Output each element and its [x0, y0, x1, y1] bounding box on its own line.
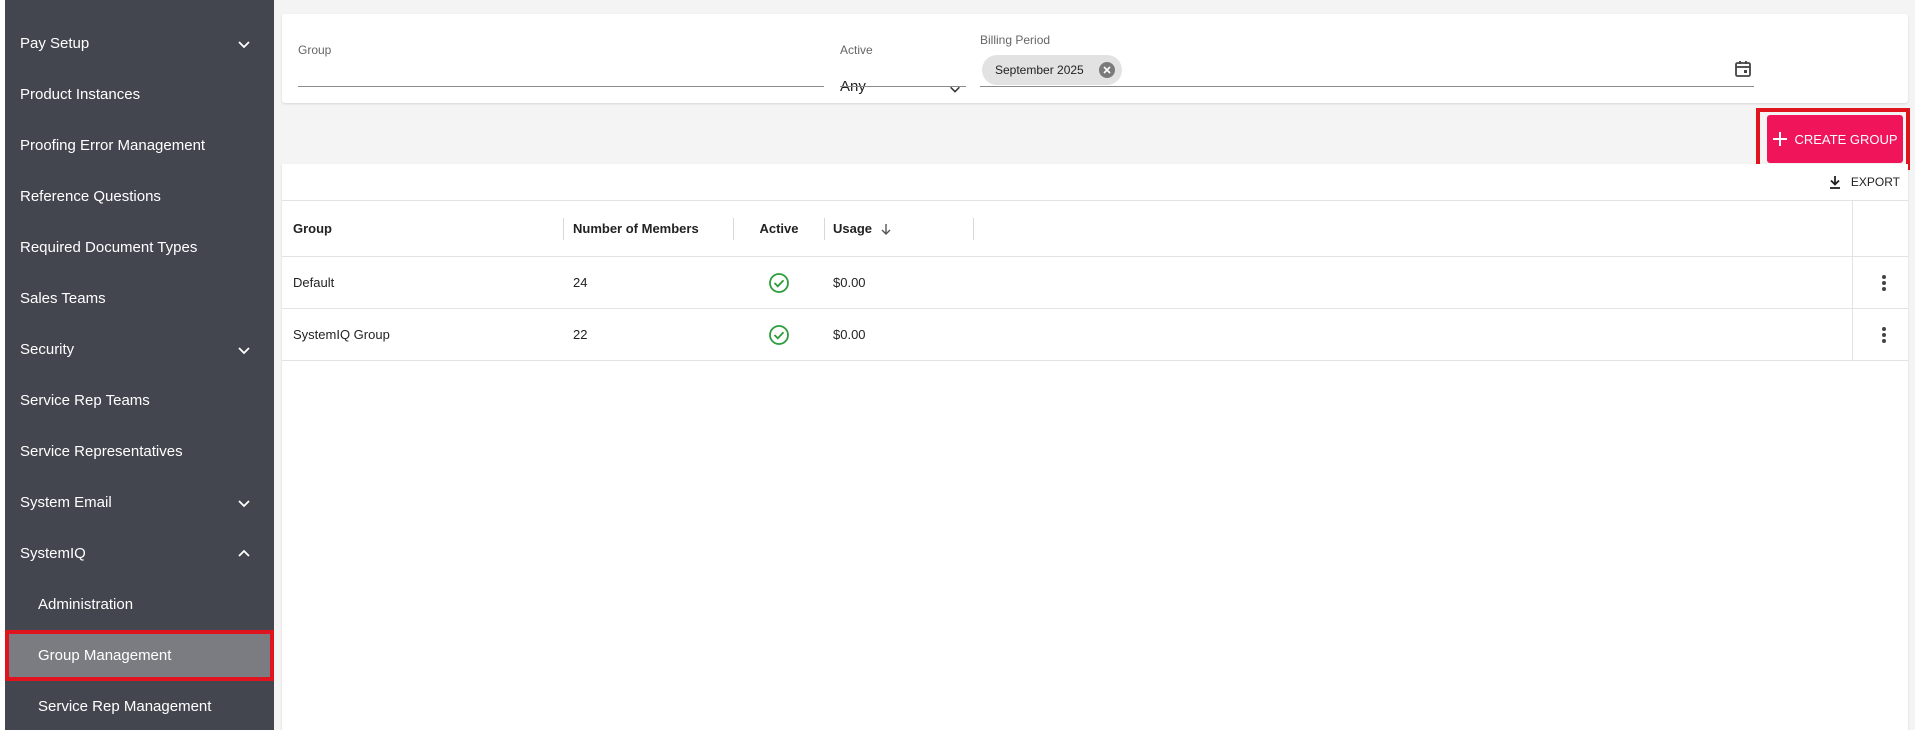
active-filter-select[interactable]: Any — [840, 60, 966, 102]
more-vertical-icon[interactable] — [1872, 323, 1896, 347]
column-separator — [973, 218, 974, 240]
more-vertical-icon[interactable] — [1872, 271, 1896, 295]
groups-table: EXPORT Group Number of Members Active Us… — [282, 164, 1908, 730]
sidebar-item-system-email[interactable]: System Email — [5, 477, 274, 528]
cell-group: SystemIQ Group — [293, 327, 390, 342]
sidebar-item-service-rep-management[interactable]: Service Rep Management — [5, 681, 274, 730]
chevron-up-icon — [238, 549, 250, 557]
sidebar-item-label: System Email — [20, 494, 112, 511]
sidebar-item-sales-teams[interactable]: Sales Teams — [5, 273, 274, 324]
sidebar-item-product-instances[interactable]: Product Instances — [5, 69, 274, 120]
create-group-label: CREATE GROUP — [1794, 131, 1898, 147]
sidebar-item-label: SystemIQ — [20, 545, 86, 562]
column-header-group[interactable]: Group — [293, 201, 332, 256]
sidebar-item-label: Reference Questions — [20, 188, 161, 205]
column-separator — [1852, 257, 1853, 308]
sort-arrow-down-icon — [881, 223, 891, 235]
column-separator — [563, 218, 564, 240]
billing-period-chip: September 2025 — [982, 55, 1122, 85]
column-separator — [1852, 201, 1853, 256]
chevron-down-icon — [238, 499, 250, 507]
chevron-down-icon — [238, 40, 250, 48]
billing-period-label: Billing Period — [980, 33, 1051, 47]
sidebar-item-label: Administration — [38, 596, 134, 613]
sidebar-item-label: Service Rep Management — [38, 698, 212, 715]
sidebar: Pay Setup Product Instances Proofing Err… — [0, 0, 274, 730]
download-icon — [1829, 176, 1840, 189]
sidebar-item-pay-setup[interactable]: Pay Setup — [5, 18, 274, 69]
create-group-button[interactable]: CREATE GROUP — [1756, 108, 1910, 170]
active-filter-label: Active — [840, 43, 873, 57]
cell-usage: $0.00 — [833, 327, 866, 342]
sidebar-item-label: Service Rep Teams — [20, 392, 150, 409]
filter-panel: Group Active Any Billing Period Septembe… — [282, 14, 1908, 103]
plus-icon — [1773, 132, 1788, 146]
clear-chip-icon[interactable] — [1098, 61, 1116, 79]
sidebar-item-security[interactable]: Security — [5, 324, 274, 375]
column-header-usage[interactable]: Usage — [833, 201, 892, 256]
table-row[interactable]: SystemIQ Group 22 $0.00 — [282, 309, 1908, 361]
sidebar-item-group-management[interactable]: Group Management — [5, 630, 274, 681]
chevron-down-icon — [238, 346, 250, 354]
cell-members: 24 — [573, 275, 588, 290]
sidebar-item-service-representatives[interactable]: Service Representatives — [5, 426, 274, 477]
sidebar-item-service-rep-teams[interactable]: Service Rep Teams — [5, 375, 274, 426]
active-filter-underline — [840, 86, 966, 87]
sidebar-item-label: Group Management — [38, 647, 172, 664]
sidebar-item-label: Product Instances — [20, 86, 141, 103]
group-filter-label: Group — [298, 43, 332, 57]
sidebar-item-administration[interactable]: Administration — [5, 579, 274, 630]
chevron-down-icon — [950, 86, 960, 93]
billing-period-chip-label: September 2025 — [995, 63, 1084, 77]
sidebar-item-systemiq[interactable]: SystemIQ — [5, 528, 274, 579]
group-filter-input[interactable] — [298, 60, 824, 102]
sidebar-item-label: Required Document Types — [20, 239, 198, 256]
group-filter-underline — [298, 86, 824, 87]
column-separator — [1852, 309, 1853, 360]
cell-group: Default — [293, 275, 335, 290]
sidebar-item-label: Proofing Error Management — [20, 137, 206, 154]
column-header-members[interactable]: Number of Members — [573, 201, 699, 256]
export-button[interactable]: EXPORT — [1827, 174, 1900, 190]
sidebar-item-reference-questions[interactable]: Reference Questions — [5, 171, 274, 222]
cell-active — [734, 309, 824, 360]
billing-period-underline — [980, 86, 1754, 87]
check-circle-icon — [769, 324, 789, 345]
calendar-icon[interactable] — [1733, 59, 1753, 79]
cell-usage: $0.00 — [833, 275, 866, 290]
sidebar-item-label: Pay Setup — [20, 35, 90, 52]
table-row[interactable]: Default 24 $0.00 — [282, 257, 1908, 309]
sidebar-item-label: Service Representatives — [20, 443, 183, 460]
check-circle-icon — [769, 272, 789, 293]
sidebar-item-label: Sales Teams — [20, 290, 106, 307]
column-header-active[interactable]: Active — [734, 201, 824, 256]
sidebar-item-label: Security — [20, 341, 75, 358]
sidebar-item-required-document-types[interactable]: Required Document Types — [5, 222, 274, 273]
create-group-button-body: CREATE GROUP — [1767, 115, 1903, 163]
sidebar-item-proofing-error-management[interactable]: Proofing Error Management — [5, 120, 274, 171]
table-header: Group Number of Members Active Usage — [282, 200, 1908, 257]
cell-active — [734, 257, 824, 308]
export-label: EXPORT — [1850, 175, 1900, 189]
cell-members: 22 — [573, 327, 588, 342]
column-separator — [824, 218, 825, 240]
